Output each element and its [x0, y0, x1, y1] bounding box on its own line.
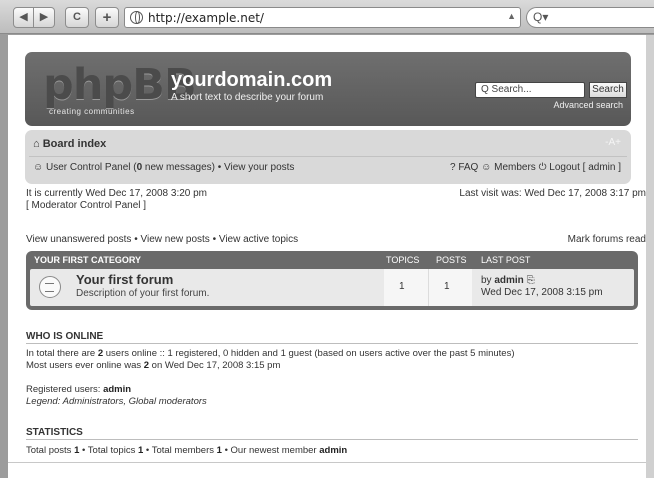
browser-toolbar: ◀ ▶ C + http://example.net/ ▲ Q▾ [0, 0, 654, 34]
advanced-search-link[interactable]: Advanced search [553, 100, 623, 110]
members-icon: ☺ [481, 162, 495, 173]
forum-header: phpBB creating communities yourdomain.co… [25, 52, 631, 126]
online-summary: In total there are 2 users online :: 1 r… [26, 348, 515, 359]
statistics-title: STATISTICS [26, 427, 83, 438]
category-title[interactable]: YOUR FIRST CATEGORY [34, 255, 141, 265]
chevron-up-icon[interactable]: ▲ [507, 11, 516, 21]
faq-link[interactable]: FAQ [458, 162, 478, 173]
forum-search-input[interactable]: Q Search... [475, 82, 585, 98]
forum-read-icon [39, 276, 61, 298]
address-bar[interactable]: http://example.net/ ▲ [124, 7, 521, 28]
board-index-link[interactable]: ⌂ Board index [33, 138, 106, 150]
forum-category-table: YOUR FIRST CATEGORY TOPICS POSTS LAST PO… [26, 251, 638, 310]
current-time: It is currently Wed Dec 17, 2008 3:20 pm [26, 188, 208, 199]
online-text-a: In total there are [26, 348, 98, 359]
forum-name-link[interactable]: Your first forum [76, 272, 173, 287]
most-online-c: on Wed Dec 17, 2008 3:15 pm [149, 360, 281, 371]
site-description: A short text to describe your forum [171, 92, 324, 103]
power-icon: ⏻ [538, 162, 550, 173]
site-name[interactable]: yourdomain.com [171, 69, 332, 92]
font-size-control[interactable]: -A+ [605, 137, 621, 148]
page-bottom-divider [8, 462, 646, 463]
mark-forums-read-link[interactable]: Mark forums read [568, 234, 646, 245]
online-legend: Legend: Administrators, Global moderator… [26, 396, 207, 407]
registered-label: Registered users: [26, 384, 104, 395]
page-content: phpBB creating communities yourdomain.co… [8, 35, 646, 478]
forum-search-button[interactable]: Search [589, 82, 627, 98]
search-links[interactable]: View unanswered posts • View new posts •… [26, 234, 298, 245]
add-bookmark-button[interactable]: + [95, 7, 119, 28]
last-post-column-header: LAST POST [481, 255, 531, 265]
statistics-summary: Total posts 1 • Total topics 1 • Total m… [26, 445, 347, 456]
members-link[interactable]: Members [494, 162, 536, 173]
stats-e: • Total members [143, 445, 217, 456]
section-divider [26, 439, 638, 440]
topics-column-header: TOPICS [386, 255, 420, 265]
navbar-divider [29, 156, 627, 157]
view-latest-post-icon[interactable]: ⎘ [527, 275, 535, 286]
online-text-c: users online :: 1 registered, 0 hidden a… [103, 348, 515, 359]
topics-count: 1 [399, 281, 405, 292]
section-divider [26, 343, 638, 344]
last-visit: Last visit was: Wed Dec 17, 2008 3:17 pm [459, 188, 646, 199]
posts-cell [428, 269, 472, 306]
browser-search-field[interactable]: Q▾ [526, 7, 654, 28]
posts-column-header: POSTS [436, 255, 467, 265]
registered-user-link[interactable]: admin [103, 384, 131, 395]
forum-description: Description of your first forum. [76, 288, 210, 299]
last-post-date: Wed Dec 17, 2008 3:15 pm [481, 287, 603, 298]
forward-button[interactable]: ▶ [34, 7, 55, 28]
scrollbar[interactable] [646, 35, 654, 478]
logo-tagline: creating communities [49, 107, 135, 116]
board-index-label: Board index [42, 138, 107, 150]
search-icon[interactable]: Q▾ [533, 10, 548, 24]
ucp-suffix: new messages) • View your posts [142, 162, 295, 173]
navbar-right-links: ? FAQ ☺ Members ⏻ Logout [ admin ] [450, 162, 621, 173]
last-post-by: by [481, 275, 495, 286]
logout-link[interactable]: Logout [ admin ] [549, 162, 621, 173]
last-post-author-link[interactable]: admin [494, 275, 523, 286]
home-icon: ⌂ [33, 138, 43, 150]
users-icon: ☺ [33, 162, 46, 173]
moderator-control-panel-link[interactable]: [ Moderator Control Panel ] [26, 200, 146, 211]
topics-cell [384, 269, 428, 306]
stats-a: Total posts [26, 445, 75, 456]
most-online: Most users ever online was 2 on Wed Dec … [26, 360, 280, 371]
ucp-prefix: User Control Panel ( [46, 162, 137, 173]
most-online-a: Most users ever online was [26, 360, 144, 371]
user-control-panel-link[interactable]: ☺ User Control Panel (0 new messages) • … [33, 162, 294, 173]
stats-c: • Total topics [79, 445, 138, 456]
forum-row: Your first forum Description of your fir… [30, 269, 634, 306]
who-is-online-title[interactable]: WHO IS ONLINE [26, 331, 103, 342]
reload-button[interactable]: C [65, 7, 89, 28]
globe-icon [130, 11, 143, 24]
posts-count: 1 [444, 281, 450, 292]
forum-navbar: ⌂ Board index -A+ ☺ User Control Panel (… [25, 130, 631, 184]
stats-g: • Our newest member [221, 445, 320, 456]
newest-member-link[interactable]: admin [319, 445, 347, 456]
last-post-author: by admin ⎘ [481, 275, 535, 286]
url-text: http://example.net/ [148, 11, 264, 25]
registered-users: Registered users: admin [26, 384, 131, 395]
back-button[interactable]: ◀ [13, 7, 34, 28]
